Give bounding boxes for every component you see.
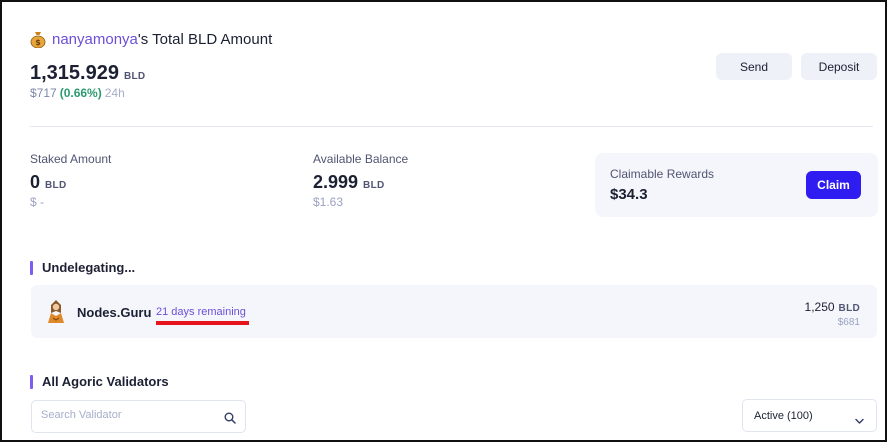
total-amount-value: 1,315.929 xyxy=(30,62,119,84)
available-fiat: $1.63 xyxy=(313,195,344,209)
section-accent-bar xyxy=(30,260,33,275)
claimable-rewards-card: Claimable Rewards $34.3 Claim xyxy=(595,153,878,217)
money-bag-icon: $ xyxy=(30,31,46,49)
undelegating-title: Undelegating... xyxy=(42,260,136,275)
annotation-underline xyxy=(156,321,249,325)
staked-amount-unit: BLD xyxy=(45,180,67,191)
svg-text:$: $ xyxy=(35,38,41,47)
page-title: $ nanyamonya's Total BLD Amount xyxy=(30,31,273,49)
total-amount: 1,315.929 BLD xyxy=(30,62,145,85)
send-button[interactable]: Send xyxy=(716,53,792,80)
remaining-time: 21 days remaining xyxy=(156,306,246,318)
available-balance-unit: BLD xyxy=(363,180,385,191)
available-balance: 2.999 BLD xyxy=(313,172,385,193)
title-suffix: 's Total BLD Amount xyxy=(137,31,273,48)
search-icon[interactable] xyxy=(224,411,236,424)
validator-status-filter[interactable]: Active (100) xyxy=(742,399,877,432)
total-fiat-row: $717 (0.66%) 24h xyxy=(30,86,125,100)
divider xyxy=(30,126,873,127)
nodes-guru-logo-icon xyxy=(45,299,67,325)
staked-amount-label: Staked Amount xyxy=(30,152,112,166)
undelegating-fiat: $681 xyxy=(837,317,860,328)
undelegating-section-header: Undelegating... xyxy=(30,260,135,275)
total-fiat-value: $717 xyxy=(30,86,57,100)
filter-selected-label: Active (100) xyxy=(754,410,813,422)
staked-fiat: $ - xyxy=(30,195,45,209)
wallet-overview-page: $ nanyamonya's Total BLD Amount 1,315.92… xyxy=(0,0,887,442)
staked-amount: 0 BLD xyxy=(30,172,66,193)
deposit-button[interactable]: Deposit xyxy=(801,53,877,80)
undelegating-amount-unit: BLD xyxy=(838,303,860,314)
validators-section-header: All Agoric Validators xyxy=(30,374,169,389)
total-amount-unit: BLD xyxy=(123,71,146,82)
search-validator-box[interactable] xyxy=(31,400,246,433)
section-accent-bar xyxy=(30,374,33,389)
price-change: (0.66%) xyxy=(59,86,102,100)
claim-button[interactable]: Claim xyxy=(806,171,861,199)
change-period: 24h xyxy=(104,86,125,100)
owner-name: nanyamonya xyxy=(52,31,138,48)
undelegating-amount-value: 1,250 xyxy=(804,300,835,314)
chevron-down-icon xyxy=(855,412,864,424)
validators-title: All Agoric Validators xyxy=(42,374,169,389)
undelegating-row[interactable]: Nodes.Guru 21 days remaining 1,250 BLD $… xyxy=(31,285,877,338)
validator-name[interactable]: Nodes.Guru xyxy=(77,305,151,320)
available-balance-label: Available Balance xyxy=(313,152,409,166)
undelegating-amount: 1,250 BLD xyxy=(805,300,860,314)
search-validator-input[interactable] xyxy=(41,409,211,421)
available-balance-value: 2.999 xyxy=(313,172,359,192)
staked-amount-value: 0 xyxy=(30,172,41,192)
claimable-rewards-value: $34.3 xyxy=(610,186,648,203)
claimable-rewards-label: Claimable Rewards xyxy=(610,167,715,181)
